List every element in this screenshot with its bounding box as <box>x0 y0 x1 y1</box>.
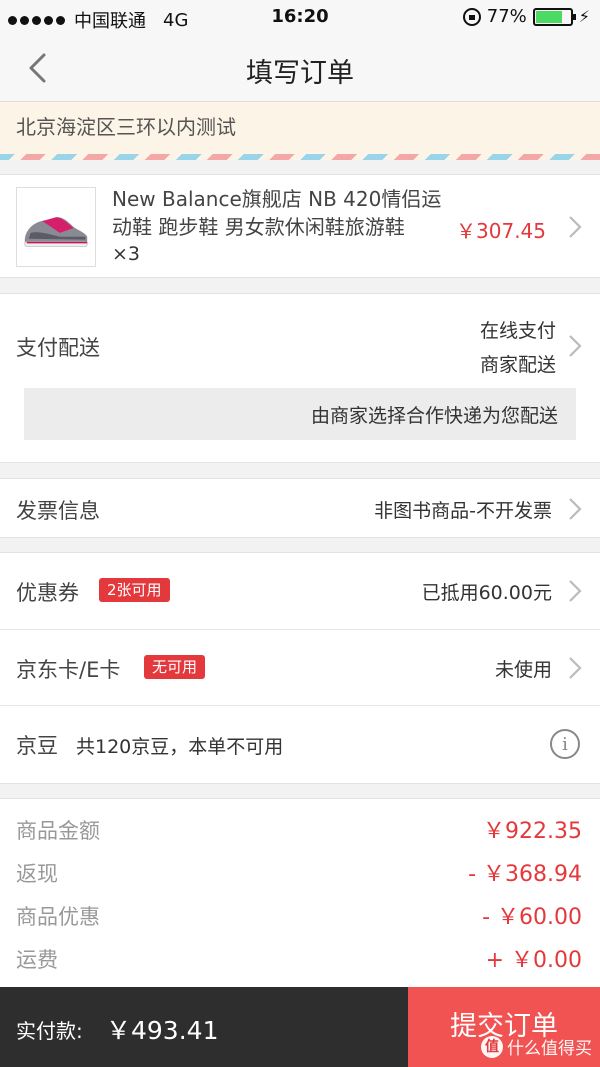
jdcard-badge: 无可用 <box>144 655 206 679</box>
invoice-label: 发票信息 <box>16 499 100 523</box>
product-thumbnail <box>16 187 96 267</box>
total-amount: ￥493.41 <box>106 1016 219 1045</box>
nav-bar: 填写订单 <box>0 34 600 102</box>
summary-label: 运费 <box>16 948 58 972</box>
watermark-logo-icon: 值 <box>481 1035 503 1058</box>
coupon-row[interactable]: 优惠券 2张可用 已抵用60.00元 <box>0 553 600 629</box>
address-text: 北京海淀区三环以内测试 <box>16 115 236 139</box>
summary-row: 运费 + ￥0.00 <box>0 936 600 976</box>
summary-value: - ￥368.94 <box>468 862 582 887</box>
info-icon[interactable]: i <box>550 729 580 759</box>
rotation-lock-icon <box>462 7 481 26</box>
price-summary: 商品金额 ￥922.35 返现 - ￥368.94 商品优惠 - ￥60.00 … <box>0 798 600 988</box>
chevron-right-icon <box>569 580 582 602</box>
jdcard-label: 京东卡/E卡 <box>16 658 121 682</box>
product-quantity: ×3 <box>112 243 141 265</box>
invoice-section[interactable]: 发票信息 非图书商品-不开发票 <box>0 478 600 538</box>
charging-icon: ⚡ <box>578 7 590 26</box>
summary-value: + ￥0.00 <box>485 948 582 973</box>
status-right: 77% ⚡ <box>462 6 590 27</box>
jingdou-text: 共120京豆，本单不可用 <box>76 736 284 758</box>
coupon-badge: 2张可用 <box>99 578 170 602</box>
chevron-right-icon <box>569 335 582 357</box>
battery-icon <box>532 7 576 26</box>
summary-label: 商品优惠 <box>16 905 100 929</box>
summary-row: 返现 - ￥368.94 <box>0 850 600 890</box>
address-section[interactable]: 北京海淀区三环以内测试 <box>0 102 600 160</box>
delivery-method: 商家配送 <box>479 354 556 376</box>
jdcard-value: 未使用 <box>494 659 552 681</box>
coupon-label: 优惠券 <box>16 581 79 605</box>
product-name: New Balance旗舰店 NB 420情侣运动鞋 跑步鞋 男女款休闲鞋旅游鞋 <box>112 187 442 239</box>
summary-row: 商品优惠 - ￥60.00 <box>0 893 600 933</box>
invoice-value: 非图书商品-不开发票 <box>374 500 552 522</box>
product-price: ￥307.45 <box>456 219 546 243</box>
watermark: 值 什么值得买 <box>481 1034 592 1059</box>
summary-label: 返现 <box>16 862 58 886</box>
jingdou-row: 京豆 共120京豆，本单不可用 i <box>0 705 600 781</box>
summary-row: 商品金额 ￥922.35 <box>0 807 600 847</box>
payment-delivery-label: 支付配送 <box>16 336 100 360</box>
watermark-text: 什么值得买 <box>507 1039 592 1059</box>
envelope-stripe <box>0 154 600 160</box>
delivery-note: 由商家选择合作快递为您配送 <box>24 388 576 440</box>
product-card[interactable]: New Balance旗舰店 NB 420情侣运动鞋 跑步鞋 男女款休闲鞋旅游鞋… <box>0 174 600 278</box>
status-bar: 中国联通 4G 16:20 77% ⚡ <box>0 0 600 34</box>
sneaker-image <box>24 217 88 247</box>
summary-label: 商品金额 <box>16 819 100 843</box>
discounts-section: 优惠券 2张可用 已抵用60.00元 京东卡/E卡 无可用 未使用 京豆 共12… <box>0 552 600 784</box>
battery-fill <box>535 10 562 23</box>
summary-value: ￥922.35 <box>483 819 582 844</box>
jingdou-label: 京豆 <box>16 734 58 758</box>
chevron-right-icon <box>569 657 582 679</box>
battery-percent: 77% <box>486 6 527 27</box>
coupon-value: 已抵用60.00元 <box>421 582 552 604</box>
summary-value: - ￥60.00 <box>482 905 582 930</box>
chevron-right-icon <box>569 216 582 238</box>
jdcard-row[interactable]: 京东卡/E卡 无可用 未使用 <box>0 629 600 705</box>
total-label: 实付款: <box>16 1019 83 1043</box>
page-title: 填写订单 <box>246 58 354 89</box>
chevron-right-icon <box>569 498 582 520</box>
payment-method: 在线支付 <box>479 320 556 342</box>
payment-delivery-section[interactable]: 支付配送 在线支付 商家配送 由商家选择合作快递为您配送 <box>0 293 600 463</box>
